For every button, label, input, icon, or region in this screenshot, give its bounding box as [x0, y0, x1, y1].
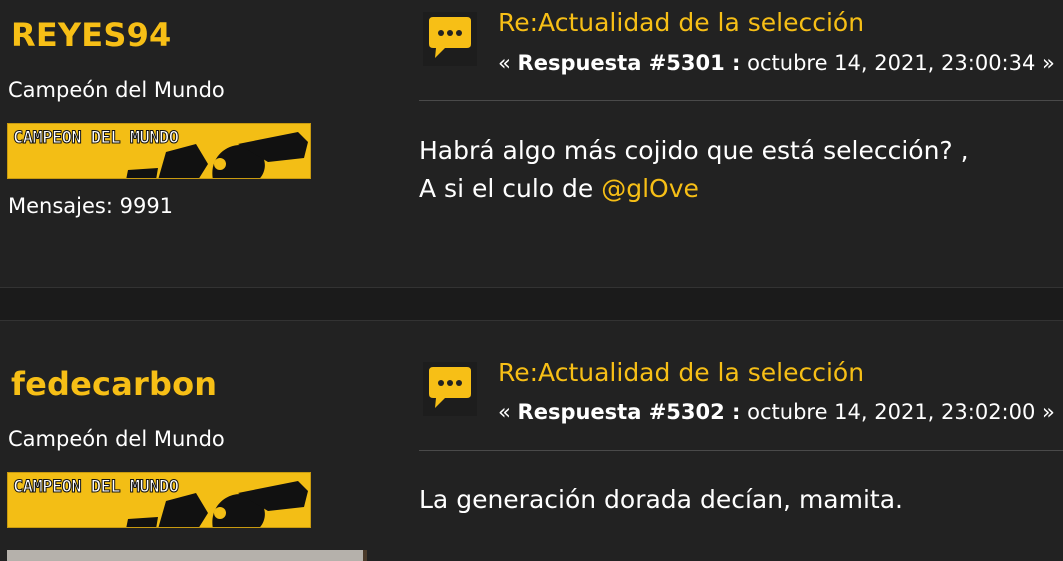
reply-prefix: «: [498, 400, 518, 424]
reply-number: Respuesta #5302 :: [517, 400, 741, 424]
rank-badge-image: CAMPEON DEL MUNDO: [7, 472, 311, 528]
poster-rank-title: Campeón del Mundo: [8, 427, 225, 451]
post-divider: [419, 100, 1063, 101]
post-body: Habrá algo más cojido que está selección…: [419, 132, 969, 208]
badge-text: CAMPEON DEL MUNDO: [13, 477, 180, 498]
post-separator: [0, 287, 1063, 321]
post-subject-link[interactable]: Re:Actualidad de la selección: [498, 8, 864, 37]
poster-username[interactable]: fedecarbon: [11, 365, 217, 403]
rank-badge-image: CAMPEON DEL MUNDO: [7, 123, 311, 179]
reply-prefix: «: [498, 51, 518, 75]
poster-username[interactable]: REYES94: [11, 16, 172, 54]
reply-date: octubre 14, 2021, 23:00:34 »: [740, 51, 1055, 75]
poster-rank-title: Campeón del Mundo: [8, 78, 225, 102]
forum-post: fedecarbon Campeón del Mundo CAMPEON DEL…: [0, 321, 1063, 561]
post-body-line: Habrá algo más cojido que está selección…: [419, 136, 969, 165]
reply-number: Respuesta #5301 :: [517, 51, 741, 75]
post-body: La generación dorada decían, mamita.: [419, 481, 903, 519]
avatar: [7, 550, 367, 561]
post-subject-link[interactable]: Re:Actualidad de la selección: [498, 358, 864, 387]
user-mention-link[interactable]: @glOve: [601, 174, 699, 203]
post-body-text: A si el culo de: [419, 174, 602, 203]
speech-bubble-icon: [423, 12, 477, 66]
reply-meta: « Respuesta #5301 : octubre 14, 2021, 23…: [498, 51, 1055, 75]
post-body-line: A si el culo de @glOve: [419, 170, 969, 208]
reply-date: octubre 14, 2021, 23:02:00 »: [740, 400, 1055, 424]
reply-meta: « Respuesta #5302 : octubre 14, 2021, 23…: [498, 400, 1055, 424]
forum-post: REYES94 Campeón del Mundo CAMPEON DEL MU…: [0, 0, 1063, 287]
post-count: Mensajes: 9991: [8, 194, 174, 218]
badge-text: CAMPEON DEL MUNDO: [13, 128, 180, 149]
post-body-line: La generación dorada decían, mamita.: [419, 485, 903, 514]
speech-bubble-icon: [423, 362, 477, 416]
post-divider: [419, 450, 1063, 451]
